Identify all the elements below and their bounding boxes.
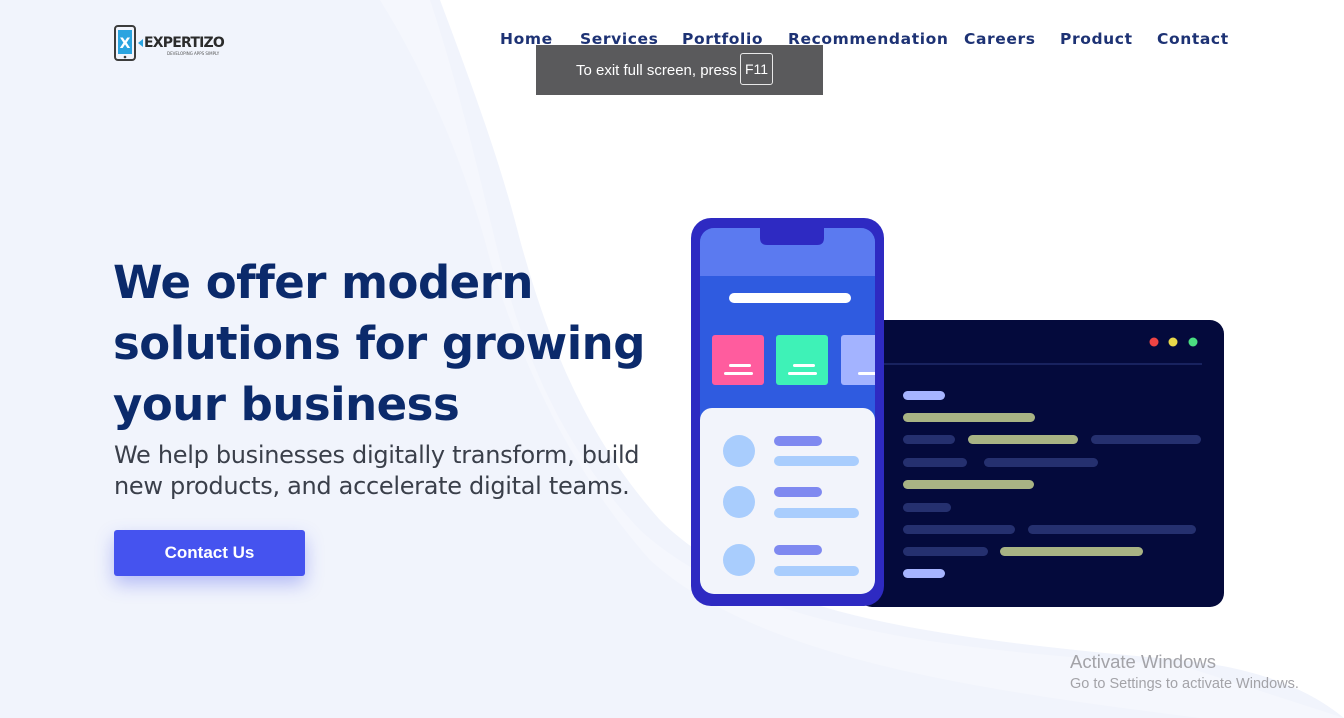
watermark-subtitle: Go to Settings to activate Windows.: [1070, 676, 1299, 692]
window-close-dot: [1149, 337, 1159, 347]
windows-activation-watermark: Activate Windows Go to Settings to activ…: [1070, 651, 1299, 694]
hero-subtitle-line-2: new products, and accelerate digital tea…: [114, 472, 630, 500]
hero-title-line-3: your business: [113, 378, 460, 431]
fullscreen-exit-toast: To exit full screen, press F11: [536, 45, 823, 95]
f11-key-badge: F11: [740, 53, 773, 85]
nav-contact[interactable]: Contact: [1157, 30, 1229, 48]
phone-and-code-window-illustration: [691, 218, 1224, 607]
contact-us-button[interactable]: Contact Us: [114, 530, 305, 576]
hero-title-line-2: solutions for growing: [113, 317, 645, 370]
hero-title: We offer modern solutions for growing yo…: [113, 252, 673, 435]
hero-subtitle: We help businesses digitally transform, …: [114, 440, 674, 502]
window-maximize-dot: [1188, 337, 1198, 347]
nav-careers[interactable]: Careers: [964, 30, 1036, 48]
landing-page: X EXPERTIZO DEVELOPING APPS SIMPLY Home …: [0, 0, 1344, 718]
hero-title-line-1: We offer modern: [113, 256, 533, 309]
hero-subtitle-line-1: We help businesses digitally transform, …: [114, 441, 640, 469]
nav-product[interactable]: Product: [1060, 30, 1133, 48]
fullscreen-toast-message: To exit full screen, press: [576, 62, 737, 79]
watermark-title: Activate Windows: [1070, 651, 1216, 672]
window-minimize-dot: [1168, 337, 1178, 347]
